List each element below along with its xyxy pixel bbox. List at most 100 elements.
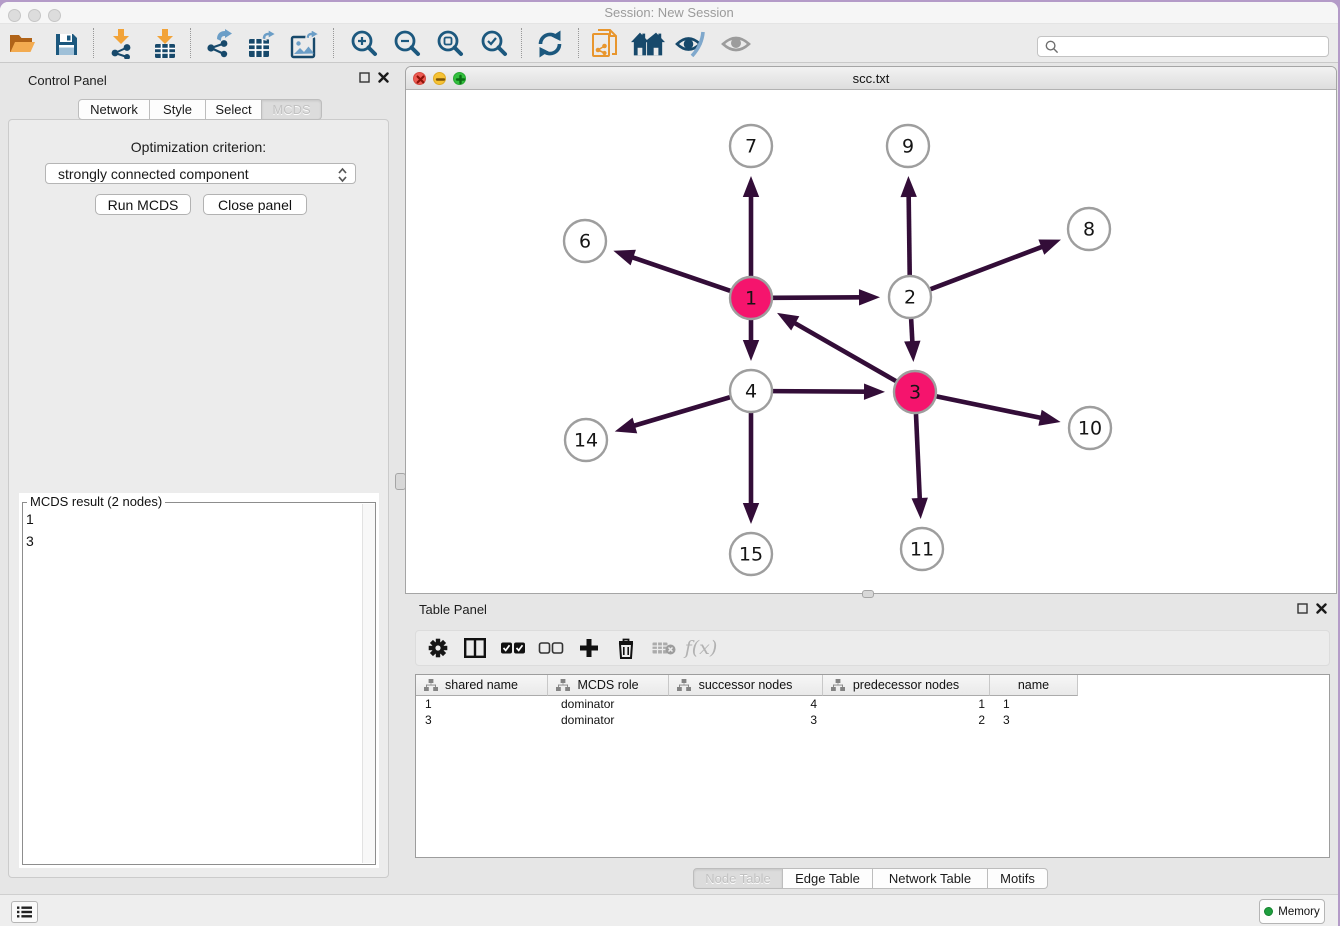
mcds-result-box: MCDS result (2 nodes) 13 <box>19 493 379 868</box>
tab-network[interactable]: Network <box>78 99 150 120</box>
select-all-icon[interactable] <box>501 642 526 654</box>
float-panel-icon[interactable] <box>359 72 370 83</box>
horizontal-splitter-handle[interactable] <box>862 590 874 598</box>
tab-node-table[interactable]: Node Table <box>693 868 783 889</box>
control-panel-title: Control Panel <box>28 73 107 88</box>
tab-network-table[interactable]: Network Table <box>873 868 988 889</box>
mcds-panel: Optimization criterion: strongly connect… <box>8 119 389 878</box>
export-image-icon[interactable] <box>288 28 322 60</box>
first-neighbors-icon[interactable] <box>631 28 665 60</box>
column-header-predecessor-nodes[interactable]: predecessor nodes <box>823 675 990 696</box>
column-header-shared-name[interactable]: shared name <box>416 675 548 696</box>
edge-arrow-3-10 <box>1038 410 1060 426</box>
node-label-4: 4 <box>745 381 757 403</box>
import-network-icon[interactable] <box>104 28 138 60</box>
mcds-result-lines: 13 <box>26 508 34 552</box>
search-input[interactable] <box>1064 38 1328 55</box>
edge-3-1[interactable] <box>792 321 896 381</box>
close-panel-button[interactable]: Close panel <box>203 194 307 215</box>
node-label-1: 1 <box>745 288 757 310</box>
table-header-row: shared nameMCDS rolesuccessor nodesprede… <box>416 675 1078 696</box>
edge-2-9[interactable] <box>909 193 910 275</box>
gear-icon[interactable] <box>429 639 448 658</box>
column-header-successor-nodes[interactable]: successor nodes <box>669 675 823 696</box>
node-label-9: 9 <box>902 136 914 158</box>
node-label-6: 6 <box>579 231 591 253</box>
export-network-icon[interactable] <box>202 28 236 60</box>
add-column-icon[interactable] <box>579 638 599 658</box>
status-bar: Memory <box>0 894 1338 926</box>
deselect-all-icon[interactable] <box>539 642 564 654</box>
close-panel-icon[interactable] <box>378 72 389 83</box>
network-window-title: scc.txt <box>406 71 1336 86</box>
export-table-icon[interactable] <box>245 28 279 60</box>
open-session-icon[interactable] <box>5 28 39 60</box>
tab-style[interactable]: Style <box>150 99 206 120</box>
optimization-criterion-select[interactable]: strongly connected component <box>45 163 356 184</box>
edge-arrow-3-1 <box>777 313 799 331</box>
zoom-out-icon[interactable] <box>390 28 424 60</box>
float-table-panel-icon[interactable] <box>1297 603 1308 614</box>
network-window-titlebar: scc.txt <box>406 67 1336 90</box>
cell-successor-nodes: 4 <box>669 696 823 712</box>
tab-select[interactable]: Select <box>206 99 262 120</box>
edge-2-8[interactable] <box>931 246 1045 289</box>
column-header-name[interactable]: name <box>990 675 1078 696</box>
table-panel-title: Table Panel <box>419 602 487 617</box>
close-table-panel-icon[interactable] <box>1316 603 1327 614</box>
tab-edge-table[interactable]: Edge Table <box>783 868 873 889</box>
cell-shared-name: 1 <box>416 696 548 712</box>
network-canvas[interactable]: 1234678910111415 <box>406 90 1336 593</box>
main-titlebar: Session: New Session <box>0 2 1338 24</box>
table-row[interactable]: 3dominator323 <box>416 712 1329 728</box>
function-builder-icon[interactable]: f(x) <box>685 637 718 659</box>
list-icon <box>17 906 32 918</box>
delete-table-icon[interactable] <box>652 641 676 656</box>
vertical-splitter-handle[interactable] <box>395 473 406 490</box>
edge-4-14[interactable] <box>631 397 730 426</box>
toolbar-separator <box>190 28 191 58</box>
control-panel: Control Panel NetworkStyleSelectMCDS Opt… <box>0 64 397 894</box>
new-session-from-network-icon[interactable] <box>588 28 622 60</box>
select-chevrons-icon <box>337 167 348 183</box>
window-title: Session: New Session <box>0 5 1338 20</box>
edge-arrow-1-4 <box>743 340 759 361</box>
node-label-3: 3 <box>909 382 921 404</box>
cell-name: 1 <box>990 696 1078 712</box>
edge-arrow-1-2 <box>859 289 880 305</box>
edge-arrow-4-15 <box>743 503 759 524</box>
edge-3-10[interactable] <box>937 396 1044 418</box>
zoom-in-icon[interactable] <box>347 28 381 60</box>
tab-mcds[interactable]: MCDS <box>262 99 322 120</box>
edge-1-6[interactable] <box>629 256 730 291</box>
edge-1-2[interactable] <box>773 297 863 298</box>
result-scrollbar[interactable] <box>362 504 375 863</box>
run-mcds-button[interactable]: Run MCDS <box>95 194 191 215</box>
save-session-icon[interactable] <box>49 28 83 60</box>
refresh-icon[interactable] <box>533 28 567 60</box>
zoom-fit-icon[interactable] <box>433 28 467 60</box>
node-label-11: 11 <box>910 539 934 561</box>
node-label-8: 8 <box>1083 219 1095 241</box>
delete-column-icon[interactable] <box>616 637 636 659</box>
edge-3-11[interactable] <box>916 414 920 502</box>
edge-arrow-2-9 <box>900 176 916 197</box>
node-label-2: 2 <box>904 287 916 309</box>
hide-selected-icon[interactable] <box>674 28 708 60</box>
optimization-criterion-label: Optimization criterion: <box>9 139 388 155</box>
edge-arrow-1-6 <box>613 250 636 266</box>
show-all-icon[interactable] <box>719 28 753 60</box>
table-row[interactable]: 1dominator411 <box>416 696 1329 712</box>
edge-4-3[interactable] <box>773 391 868 392</box>
tab-motifs[interactable]: Motifs <box>988 868 1048 889</box>
zoom-selected-icon[interactable] <box>477 28 511 60</box>
split-pane-icon[interactable] <box>464 638 486 658</box>
task-history-button[interactable] <box>11 901 38 923</box>
result-line: 3 <box>26 530 34 552</box>
table-panel-tabs: Node TableEdge TableNetwork TableMotifs <box>693 868 1048 889</box>
toolbar-separator <box>578 28 579 58</box>
import-table-icon[interactable] <box>148 28 182 60</box>
memory-button[interactable]: Memory <box>1259 899 1325 924</box>
column-header-MCDS-role[interactable]: MCDS role <box>548 675 669 696</box>
search-field[interactable] <box>1037 36 1329 57</box>
